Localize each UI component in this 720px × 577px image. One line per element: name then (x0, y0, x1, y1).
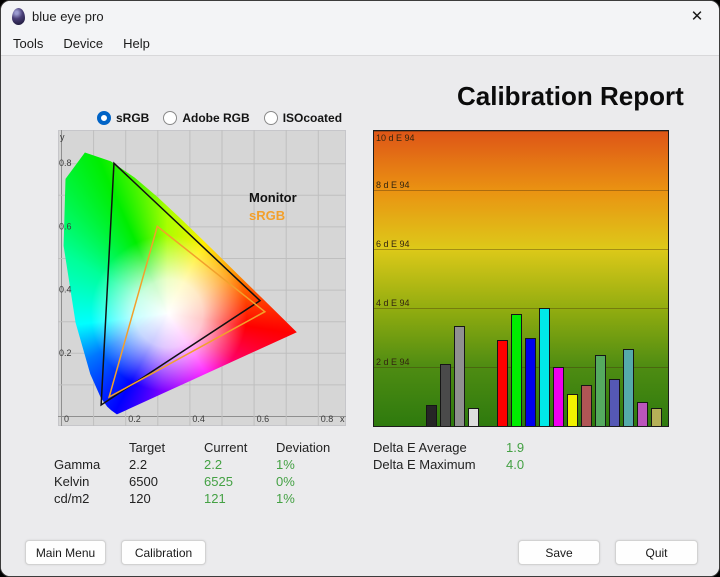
bar-dark-blue (609, 379, 620, 426)
gamut-radio-isocoated[interactable]: ISOcoated (264, 111, 342, 125)
gridline (374, 131, 668, 132)
bar-blue (525, 338, 536, 427)
table-header (54, 439, 129, 456)
y-tick: 0.2 (59, 348, 72, 358)
bar-green (511, 314, 522, 426)
save-button[interactable]: Save (518, 540, 600, 565)
menu-tools[interactable]: Tools (3, 34, 53, 53)
page-title: Calibration Report (457, 82, 684, 110)
delta-e-average-row: Delta E Average 1.9 (373, 439, 524, 456)
menu-help[interactable]: Help (113, 34, 160, 53)
gridline (374, 249, 668, 250)
main-content: sRGB Adobe RGB ISOcoated Calibration Rep… (1, 55, 719, 576)
y-tick: 0.8 (59, 158, 72, 168)
x-axis-label: x (340, 414, 345, 424)
calibration-button[interactable]: Calibration (121, 540, 206, 565)
y-tick-label: 10 d E 94 (376, 133, 415, 143)
bar-dark-cyan (623, 349, 634, 426)
y-tick-label: 2 d E 94 (376, 357, 410, 367)
y-axis-label: y (60, 132, 65, 142)
y-tick-label: 6 d E 94 (376, 239, 410, 249)
y-tick-label: 8 d E 94 (376, 180, 410, 190)
deviation-value: 1% (276, 490, 354, 507)
app-logo-icon (12, 8, 25, 25)
quit-button[interactable]: Quit (615, 540, 698, 565)
legend-srgb: sRGB (249, 208, 285, 223)
cie-chromaticity-chart: Monitor sRGB 0 0.2 0.4 0.6 0.8 0.2 0.4 0.6 0.8 x y (58, 130, 346, 426)
bar-yellow (567, 394, 578, 426)
row-label: Kelvin (54, 473, 129, 490)
bar-dark-green (595, 355, 606, 426)
gridline (374, 190, 668, 191)
row-label: Gamma (54, 456, 129, 473)
deviation-value: 1% (276, 456, 354, 473)
target-value: 2.2 (129, 456, 204, 473)
delta-e-average-label: Delta E Average (373, 439, 506, 456)
delta-e-maximum-row: Delta E Maximum 4.0 (373, 456, 524, 473)
gamut-radio-label: sRGB (116, 111, 149, 125)
radio-selected-icon[interactable] (97, 111, 111, 125)
bar-dark-red (581, 385, 592, 426)
target-value: 6500 (129, 473, 204, 490)
menu-device[interactable]: Device (53, 34, 113, 53)
delta-e-average-value: 1.9 (506, 439, 524, 456)
gamut-triangle-srgb (109, 226, 265, 397)
bar-black (426, 405, 437, 426)
main-menu-button[interactable]: Main Menu (25, 540, 106, 565)
bar-gray (454, 326, 465, 426)
app-window: blue eye pro ✕ Tools Device Help sRGB Ad… (0, 0, 720, 577)
gamut-triangle-monitor (101, 163, 260, 405)
delta-e-summary: Delta E Average 1.9 Delta E Maximum 4.0 (373, 439, 524, 473)
x-tick: 0 (64, 414, 69, 424)
gridline (374, 308, 668, 309)
x-tick: 0.8 (321, 414, 334, 424)
current-value: 121 (204, 490, 276, 507)
y-tick: 0.6 (59, 221, 72, 231)
delta-e-maximum-value: 4.0 (506, 456, 524, 473)
table-header: Target (129, 439, 204, 456)
deviation-value: 0% (276, 473, 354, 490)
bar-red (497, 340, 508, 426)
gamut-radio-label: ISOcoated (283, 111, 342, 125)
bar-dark-yellow (651, 408, 662, 426)
radio-unselected-icon[interactable] (163, 111, 177, 125)
gamut-radio-srgb[interactable]: sRGB (97, 111, 149, 125)
target-value: 120 (129, 490, 204, 507)
x-tick: 0.6 (257, 414, 270, 424)
window-title: blue eye pro (32, 9, 104, 24)
gamut-radio-label: Adobe RGB (182, 111, 249, 125)
titlebar[interactable]: blue eye pro ✕ (1, 1, 719, 31)
x-tick: 0.4 (192, 414, 205, 424)
close-icon[interactable]: ✕ (681, 3, 713, 29)
table-header: Deviation (276, 439, 354, 456)
calibration-results-table: Target Current Deviation Gamma 2.2 2.2 1… (54, 439, 354, 507)
current-value: 6525 (204, 473, 276, 490)
radio-unselected-icon[interactable] (264, 111, 278, 125)
x-tick: 0.2 (128, 414, 141, 424)
y-tick-label: 4 d E 94 (376, 298, 410, 308)
current-value: 2.2 (204, 456, 276, 473)
cie-overlay: Monitor sRGB 0 0.2 0.4 0.6 0.8 0.2 0.4 0.6 0.8 x y (58, 130, 346, 426)
table-header: Current (204, 439, 276, 456)
bar-dark-gray (440, 364, 451, 426)
y-tick: 0.4 (59, 285, 72, 295)
gamut-selector: sRGB Adobe RGB ISOcoated (97, 111, 342, 125)
bar-dark-magenta (637, 402, 648, 426)
row-label: cd/m2 (54, 490, 129, 507)
bar-white (468, 408, 479, 426)
menu-bar: Tools Device Help (1, 31, 719, 55)
bar-magenta (553, 367, 564, 426)
bar-cyan (539, 308, 550, 426)
delta-e-maximum-label: Delta E Maximum (373, 456, 506, 473)
legend-monitor: Monitor (249, 190, 297, 205)
gamut-radio-adobe-rgb[interactable]: Adobe RGB (163, 111, 249, 125)
delta-e-bar-chart: 2 d E 94 4 d E 94 6 d E 94 8 d E 94 10 d E 9… (373, 130, 669, 427)
